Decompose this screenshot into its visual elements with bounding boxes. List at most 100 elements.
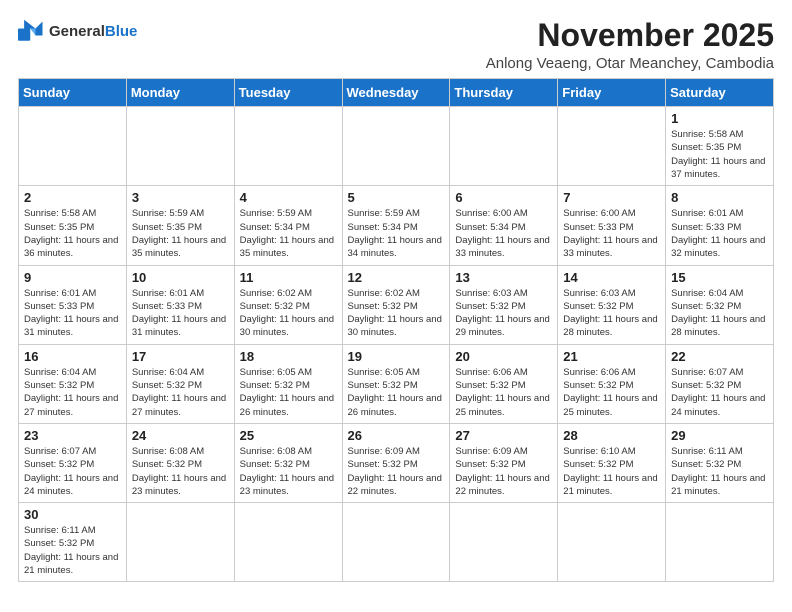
calendar-day-cell: 28Sunrise: 6:10 AM Sunset: 5:32 PM Dayli…: [558, 423, 666, 502]
calendar-day-cell: 22Sunrise: 6:07 AM Sunset: 5:32 PM Dayli…: [666, 344, 774, 423]
calendar-day-cell: 21 Sunrise: 6:06 AM Sunset: 5:32 PM Dayli…: [558, 344, 666, 423]
calendar-day-header: Friday: [558, 79, 666, 107]
logo-icon: [18, 18, 46, 46]
calendar-day-cell: 13 Sunrise: 6:03 AM Sunset: 5:32 PM Dayli…: [450, 265, 558, 344]
day-number: 28: [563, 428, 660, 443]
calendar-day-cell: 19 Sunrise: 6:05 AM Sunset: 5:32 PM Dayli…: [342, 344, 450, 423]
day-info: Sunrise: 6:00 AM Sunset: 5:34 PM Dayligh…: [455, 207, 552, 260]
day-info: Sunrise: 6:11 AM Sunset: 5:32 PM Dayligh…: [24, 524, 121, 577]
calendar-day-cell: 7 Sunrise: 6:00 AM Sunset: 5:33 PM Daylig…: [558, 186, 666, 265]
day-info: Sunrise: 5:58 AM Sunset: 5:35 PM Dayligh…: [671, 128, 768, 181]
calendar-table: SundayMondayTuesdayWednesdayThursdayFrid…: [18, 78, 774, 582]
day-info: Sunrise: 5:59 AM Sunset: 5:34 PM Dayligh…: [240, 207, 337, 260]
header: GeneralBlue November 2025 Anlong Veaeng,…: [18, 18, 774, 72]
day-number: 24: [132, 428, 229, 443]
calendar-day-cell: [558, 503, 666, 582]
day-info: Sunrise: 6:03 AM Sunset: 5:32 PM Dayligh…: [455, 287, 552, 340]
day-number: 27: [455, 428, 552, 443]
calendar-day-cell: 8 Sunrise: 6:01 AM Sunset: 5:33 PM Daylig…: [666, 186, 774, 265]
day-number: 29: [671, 428, 768, 443]
day-info: Sunrise: 6:04 AM Sunset: 5:32 PM Dayligh…: [132, 366, 229, 419]
day-number: 8: [671, 190, 768, 205]
calendar-day-cell: 26 Sunrise: 6:09 AM Sunset: 5:32 PM Dayli…: [342, 423, 450, 502]
day-info: Sunrise: 6:02 AM Sunset: 5:32 PM Dayligh…: [240, 287, 337, 340]
day-info: Sunrise: 6:08 AM Sunset: 5:32 PM Dayligh…: [240, 445, 337, 498]
calendar-day-cell: 18 Sunrise: 6:05 AM Sunset: 5:32 PM Dayli…: [234, 344, 342, 423]
calendar-day-cell: 24 Sunrise: 6:08 AM Sunset: 5:32 PM Dayli…: [126, 423, 234, 502]
calendar-day-header: Wednesday: [342, 79, 450, 107]
calendar-day-header: Sunday: [19, 79, 127, 107]
day-number: 19: [348, 349, 445, 364]
calendar-day-cell: 2Sunrise: 5:58 AM Sunset: 5:35 PM Daylig…: [19, 186, 127, 265]
day-number: 25: [240, 428, 337, 443]
calendar-day-cell: 5Sunrise: 5:59 AM Sunset: 5:34 PM Daylig…: [342, 186, 450, 265]
day-number: 30: [24, 507, 121, 522]
day-number: 6: [455, 190, 552, 205]
day-info: Sunrise: 5:59 AM Sunset: 5:35 PM Dayligh…: [132, 207, 229, 260]
calendar-day-cell: 10 Sunrise: 6:01 AM Sunset: 5:33 PM Dayli…: [126, 265, 234, 344]
day-info: Sunrise: 5:59 AM Sunset: 5:34 PM Dayligh…: [348, 207, 445, 260]
day-info: Sunrise: 6:09 AM Sunset: 5:32 PM Dayligh…: [348, 445, 445, 498]
calendar-day-cell: 12Sunrise: 6:02 AM Sunset: 5:32 PM Dayli…: [342, 265, 450, 344]
calendar-week-row: 30 Sunrise: 6:11 AM Sunset: 5:32 PM Dayli…: [19, 503, 774, 582]
day-number: 3: [132, 190, 229, 205]
day-number: 23: [24, 428, 121, 443]
title-area: November 2025 Anlong Veaeng, Otar Meanch…: [486, 18, 774, 72]
day-number: 20: [455, 349, 552, 364]
day-number: 7: [563, 190, 660, 205]
logo-blue-text: Blue: [105, 23, 138, 40]
day-info: Sunrise: 5:58 AM Sunset: 5:35 PM Dayligh…: [24, 207, 121, 260]
calendar-day-cell: 1Sunrise: 5:58 AM Sunset: 5:35 PM Daylig…: [666, 107, 774, 186]
calendar-day-header: Tuesday: [234, 79, 342, 107]
calendar-day-cell: 29 Sunrise: 6:11 AM Sunset: 5:32 PM Dayli…: [666, 423, 774, 502]
day-info: Sunrise: 6:00 AM Sunset: 5:33 PM Dayligh…: [563, 207, 660, 260]
calendar-week-row: 1Sunrise: 5:58 AM Sunset: 5:35 PM Daylig…: [19, 107, 774, 186]
day-info: Sunrise: 6:01 AM Sunset: 5:33 PM Dayligh…: [132, 287, 229, 340]
calendar-day-cell: [450, 107, 558, 186]
day-info: Sunrise: 6:11 AM Sunset: 5:32 PM Dayligh…: [671, 445, 768, 498]
day-info: Sunrise: 6:03 AM Sunset: 5:32 PM Dayligh…: [563, 287, 660, 340]
day-info: Sunrise: 6:05 AM Sunset: 5:32 PM Dayligh…: [240, 366, 337, 419]
day-number: 26: [348, 428, 445, 443]
calendar-day-cell: [666, 503, 774, 582]
calendar-day-cell: 27 Sunrise: 6:09 AM Sunset: 5:32 PM Dayli…: [450, 423, 558, 502]
calendar-day-header: Monday: [126, 79, 234, 107]
calendar-day-cell: [126, 503, 234, 582]
day-info: Sunrise: 6:08 AM Sunset: 5:32 PM Dayligh…: [132, 445, 229, 498]
day-info: Sunrise: 6:06 AM Sunset: 5:32 PM Dayligh…: [563, 366, 660, 419]
day-info: Sunrise: 6:01 AM Sunset: 5:33 PM Dayligh…: [671, 207, 768, 260]
logo-area: GeneralBlue: [18, 18, 137, 46]
month-title: November 2025: [486, 18, 774, 53]
calendar-day-cell: [450, 503, 558, 582]
day-number: 21: [563, 349, 660, 364]
calendar-day-cell: 20 Sunrise: 6:06 AM Sunset: 5:32 PM Dayli…: [450, 344, 558, 423]
day-info: Sunrise: 6:06 AM Sunset: 5:32 PM Dayligh…: [455, 366, 552, 419]
calendar-day-cell: 23Sunrise: 6:07 AM Sunset: 5:32 PM Dayli…: [19, 423, 127, 502]
day-info: Sunrise: 6:01 AM Sunset: 5:33 PM Dayligh…: [24, 287, 121, 340]
day-info: Sunrise: 6:04 AM Sunset: 5:32 PM Dayligh…: [24, 366, 121, 419]
day-number: 14: [563, 270, 660, 285]
calendar-day-cell: 9Sunrise: 6:01 AM Sunset: 5:33 PM Daylig…: [19, 265, 127, 344]
calendar-day-header: Thursday: [450, 79, 558, 107]
day-number: 13: [455, 270, 552, 285]
day-number: 10: [132, 270, 229, 285]
day-number: 22: [671, 349, 768, 364]
calendar-day-cell: 16 Sunrise: 6:04 AM Sunset: 5:32 PM Dayli…: [19, 344, 127, 423]
day-number: 16: [24, 349, 121, 364]
day-number: 17: [132, 349, 229, 364]
location-title: Anlong Veaeng, Otar Meanchey, Cambodia: [486, 55, 774, 72]
calendar-day-header: Saturday: [666, 79, 774, 107]
day-number: 15: [671, 270, 768, 285]
calendar-day-cell: [234, 503, 342, 582]
day-info: Sunrise: 6:05 AM Sunset: 5:32 PM Dayligh…: [348, 366, 445, 419]
calendar-day-cell: 11Sunrise: 6:02 AM Sunset: 5:32 PM Dayli…: [234, 265, 342, 344]
day-number: 18: [240, 349, 337, 364]
calendar-day-cell: 17 Sunrise: 6:04 AM Sunset: 5:32 PM Dayli…: [126, 344, 234, 423]
calendar-day-cell: 25 Sunrise: 6:08 AM Sunset: 5:32 PM Dayli…: [234, 423, 342, 502]
calendar-week-row: 16 Sunrise: 6:04 AM Sunset: 5:32 PM Dayli…: [19, 344, 774, 423]
day-info: Sunrise: 6:09 AM Sunset: 5:32 PM Dayligh…: [455, 445, 552, 498]
calendar-day-cell: 15Sunrise: 6:04 AM Sunset: 5:32 PM Dayli…: [666, 265, 774, 344]
calendar-day-cell: [234, 107, 342, 186]
calendar-day-cell: 30 Sunrise: 6:11 AM Sunset: 5:32 PM Dayli…: [19, 503, 127, 582]
logo: GeneralBlue: [18, 18, 137, 46]
